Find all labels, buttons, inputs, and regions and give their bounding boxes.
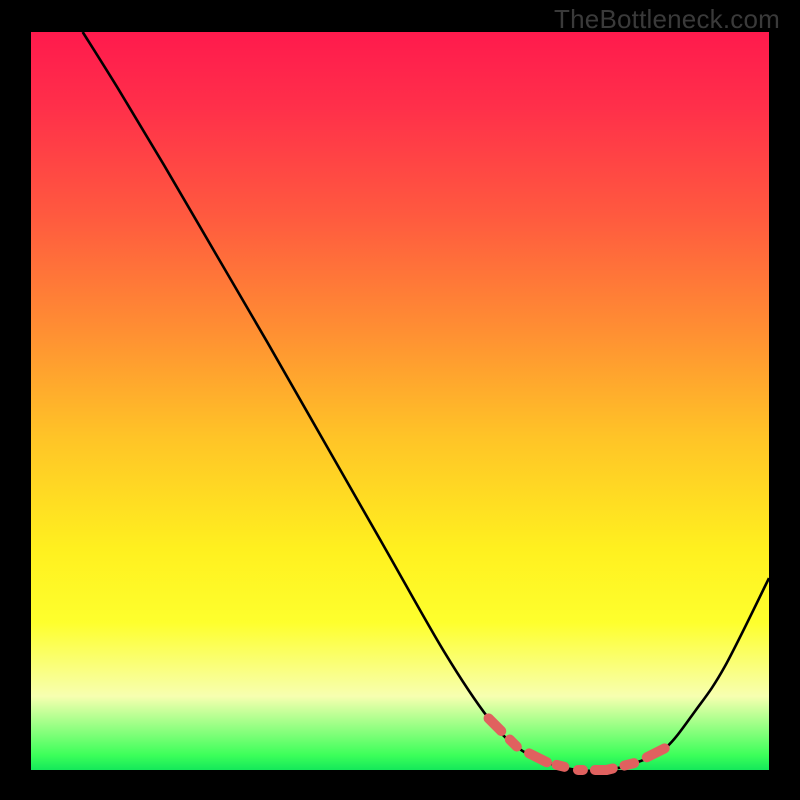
bottleneck-chart bbox=[31, 32, 769, 770]
bottleneck-curve-line bbox=[83, 32, 769, 771]
chart-plot-area bbox=[31, 32, 769, 770]
attribution-text: TheBottleneck.com bbox=[554, 4, 780, 35]
